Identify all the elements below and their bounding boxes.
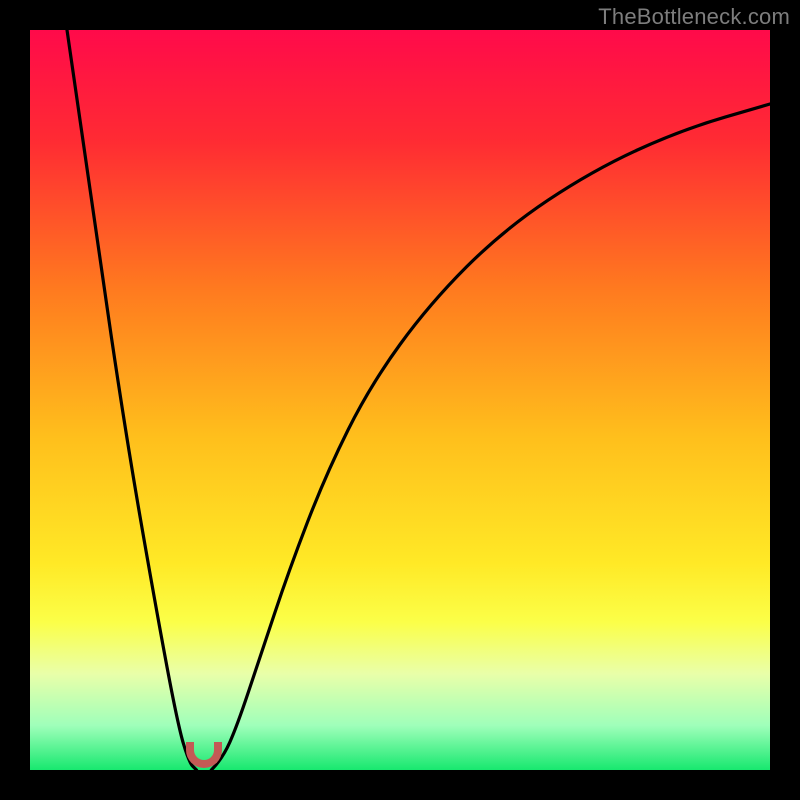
watermark-text: TheBottleneck.com [598, 4, 790, 30]
bottleneck-curve [30, 30, 770, 770]
plot-area [30, 30, 770, 770]
chart-frame: TheBottleneck.com [0, 0, 800, 800]
